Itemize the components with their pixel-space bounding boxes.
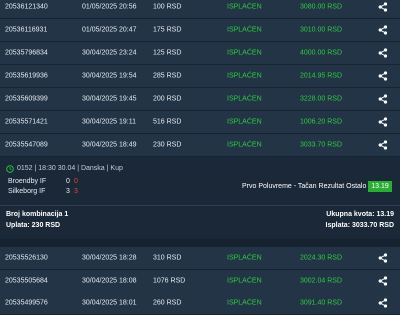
ticket-status: ISPLAĆEN bbox=[227, 3, 262, 11]
ticket-win: 3091.40 RSD bbox=[300, 299, 343, 307]
ticket-status: ISPLAĆEN bbox=[227, 299, 262, 307]
ticket-datetime: 01/05/2025 20:56 bbox=[82, 3, 137, 11]
ticket-details: 0152 | 18:30 30.04 | Danska | Kup Broend… bbox=[0, 161, 400, 246]
ticket-stake: 1076 RSD bbox=[153, 277, 186, 285]
home-score-ht: 0 bbox=[66, 178, 70, 185]
share-icon[interactable] bbox=[378, 140, 388, 150]
ticket-stake: 100 RSD bbox=[153, 3, 182, 11]
match-info: 0152 | 18:30 30.04 | Danska | Kup bbox=[17, 165, 123, 172]
share-icon[interactable] bbox=[378, 117, 388, 127]
ticket-row[interactable]: 20535526130 30/04/2025 18:28 310 RSD ISP… bbox=[0, 247, 400, 270]
away-score-ht: 3 bbox=[66, 188, 70, 195]
home-score-ft: 0 bbox=[74, 178, 78, 185]
section-gap bbox=[0, 239, 400, 247]
ticket-win: 3010.00 RSD bbox=[300, 26, 343, 34]
ticket-datetime: 30/04/2025 19:45 bbox=[82, 95, 137, 103]
ticket-id: 20535796834 bbox=[5, 49, 48, 57]
ticket-status: ISPLAĆEN bbox=[227, 254, 262, 262]
ticket-datetime: 30/04/2025 19:11 bbox=[82, 118, 136, 126]
ticket-id: 20535526130 bbox=[5, 254, 48, 262]
home-team: Broendby IF bbox=[8, 178, 47, 185]
total-odds: Ukupna kvota: 13.19 bbox=[326, 211, 394, 218]
ticket-row[interactable]: 20535609399 30/04/2025 19:45 200 RSD ISP… bbox=[0, 88, 400, 111]
share-icon[interactable] bbox=[378, 71, 388, 81]
ticket-id: 20536116931 bbox=[5, 26, 48, 34]
ticket-stake: 230 RSD bbox=[153, 141, 182, 149]
ticket-status: ISPLAĆEN bbox=[227, 95, 262, 103]
ticket-row[interactable]: 20536121340 01/05/2025 20:56 100 RSD ISP… bbox=[0, 0, 400, 19]
ticket-win: 4000.00 RSD bbox=[300, 49, 343, 57]
ticket-datetime: 30/04/2025 18:08 bbox=[82, 277, 137, 285]
away-score-ft: 3 bbox=[74, 188, 78, 195]
ticket-stake: 125 RSD bbox=[153, 49, 182, 57]
ticket-stake: 260 RSD bbox=[153, 299, 182, 307]
ticket-status: ISPLAĆEN bbox=[227, 141, 262, 149]
ticket-row[interactable]: 20535619936 30/04/2025 19:54 285 RSD ISP… bbox=[0, 65, 400, 88]
clock-icon bbox=[6, 165, 14, 173]
ticket-row[interactable]: 20535796834 30/04/2025 23:24 125 RSD ISP… bbox=[0, 42, 400, 65]
share-icon[interactable] bbox=[378, 25, 388, 35]
ticket-status: ISPLAĆEN bbox=[227, 72, 262, 80]
stake-total: Uplata: 230 RSD bbox=[6, 222, 61, 229]
ticket-stake: 516 RSD bbox=[153, 118, 182, 126]
ticket-id: 20535571421 bbox=[5, 118, 48, 126]
ticket-win: 3228.00 RSD bbox=[300, 95, 343, 103]
odd-badge: 13.19 bbox=[368, 181, 392, 192]
ticket-row[interactable]: 20535505684 30/04/2025 18:08 1076 RSD IS… bbox=[0, 270, 400, 293]
ticket-stake: 285 RSD bbox=[153, 72, 182, 80]
ticket-stake: 200 RSD bbox=[153, 95, 182, 103]
ticket-row[interactable]: 20535571421 30/04/2025 19:11 516 RSD ISP… bbox=[0, 111, 400, 134]
ticket-win: 3002.04 RSD bbox=[300, 277, 343, 285]
ticket-id: 20535505684 bbox=[5, 277, 48, 285]
ticket-id: 20535619936 bbox=[5, 72, 48, 80]
share-icon[interactable] bbox=[378, 276, 388, 286]
ticket-datetime: 01/05/2025 20:47 bbox=[82, 26, 137, 34]
ticket-id: 20535547089 bbox=[5, 141, 48, 149]
ticket-win: 3080.00 RSD bbox=[300, 3, 343, 11]
ticket-win: 3033.70 RSD bbox=[300, 141, 343, 149]
ticket-datetime: 30/04/2025 23:24 bbox=[82, 49, 137, 57]
ticket-row[interactable]: 20536116931 01/05/2025 20:47 175 RSD ISP… bbox=[0, 19, 400, 42]
payout-total: Isplata: 3033.70 RSD bbox=[325, 222, 394, 229]
ticket-id: 20535609399 bbox=[5, 95, 48, 103]
share-icon[interactable] bbox=[378, 2, 388, 12]
ticket-status: ISPLAĆEN bbox=[227, 26, 262, 34]
ticket-stake: 175 RSD bbox=[153, 26, 182, 34]
share-icon[interactable] bbox=[378, 48, 388, 58]
combinations-count: Broj kombinacija 1 bbox=[6, 211, 69, 218]
ticket-win: 2024.30 RSD bbox=[300, 254, 343, 262]
ticket-status: ISPLAĆEN bbox=[227, 49, 262, 57]
ticket-datetime: 30/04/2025 18:49 bbox=[82, 141, 137, 149]
ticket-status: ISPLAĆEN bbox=[227, 118, 262, 126]
ticket-stake: 310 RSD bbox=[153, 254, 182, 262]
share-icon[interactable] bbox=[378, 253, 388, 263]
ticket-status: ISPLAĆEN bbox=[227, 277, 262, 285]
ticket-win: 2014.95 RSD bbox=[300, 72, 343, 80]
ticket-datetime: 30/04/2025 18:01 bbox=[82, 299, 137, 307]
ticket-id: 20536121340 bbox=[5, 3, 48, 11]
share-icon[interactable] bbox=[378, 298, 388, 308]
ticket-row-expanded[interactable]: 20535547089 30/04/2025 18:49 230 RSD ISP… bbox=[0, 134, 400, 157]
divider bbox=[0, 205, 400, 206]
ticket-datetime: 30/04/2025 18:28 bbox=[82, 254, 137, 262]
share-icon[interactable] bbox=[378, 94, 388, 104]
ticket-datetime: 30/04/2025 19:54 bbox=[82, 72, 137, 80]
ticket-id: 20535499576 bbox=[5, 299, 48, 307]
bet-market: Prvo Poluvreme - Tačan Rezultat Ostalo bbox=[242, 183, 367, 190]
away-team: Silkeborg IF bbox=[8, 188, 46, 195]
ticket-row[interactable]: 20535499576 30/04/2025 18:01 260 RSD ISP… bbox=[0, 292, 400, 315]
ticket-win: 1006.20 RSD bbox=[300, 118, 343, 126]
